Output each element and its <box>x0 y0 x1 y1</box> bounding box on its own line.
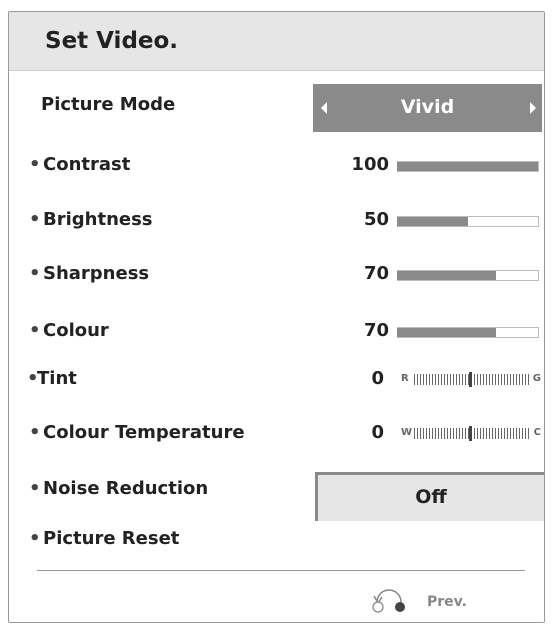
tint-slider-marker[interactable] <box>469 372 472 387</box>
bullet-icon: • <box>29 154 41 175</box>
colour-slider-fill <box>397 328 496 337</box>
bullet-icon: • <box>29 528 41 549</box>
contrast-slider-fill <box>397 162 538 171</box>
brightness-label: • Brightness <box>29 209 153 230</box>
colour-value: 70 <box>363 320 389 341</box>
bullet-icon: • <box>27 368 39 389</box>
colour-slider[interactable] <box>397 327 539 338</box>
sharpness-slider-fill <box>397 271 496 280</box>
noise-reduction-label: • Noise Reduction <box>29 478 209 499</box>
bullet-icon: • <box>29 263 41 284</box>
contrast-row[interactable]: • Contrast 100 <box>9 154 544 194</box>
colour-temperature-row[interactable]: • Colour Temperature 0 W C <box>9 422 544 462</box>
brightness-row[interactable]: • Brightness 50 <box>9 209 544 249</box>
tint-value: 0 <box>371 368 384 389</box>
noise-reduction-toggle[interactable]: Off <box>315 472 544 521</box>
tint-label: •Tint <box>27 368 77 389</box>
noise-reduction-value: Off <box>415 486 447 508</box>
picture-mode-value: Vivid <box>400 96 455 118</box>
page-title: Set Video. <box>45 28 179 54</box>
contrast-slider[interactable] <box>397 161 539 172</box>
tint-scale-left: R <box>401 373 409 384</box>
prev-label: Prev. <box>427 594 467 610</box>
colour-temperature-value: 0 <box>371 422 384 443</box>
colour-temperature-slider-marker[interactable] <box>469 426 472 441</box>
brightness-slider-fill <box>397 217 468 226</box>
picture-reset-label: • Picture Reset <box>29 528 180 549</box>
tint-scale-right: G <box>532 373 541 384</box>
return-icon <box>372 589 405 613</box>
footer-divider <box>37 570 525 571</box>
picture-reset-row[interactable]: • Picture Reset <box>9 528 544 568</box>
sharpness-row[interactable]: • Sharpness 70 <box>9 263 544 303</box>
sharpness-label: • Sharpness <box>29 263 150 284</box>
sharpness-value: 70 <box>363 263 389 284</box>
contrast-value: 100 <box>351 154 389 175</box>
colour-label: • Colour <box>29 320 109 341</box>
panel-header: Set Video. <box>9 12 544 71</box>
arrow-right-icon[interactable] <box>530 102 536 114</box>
bullet-icon: • <box>29 478 41 499</box>
sharpness-slider[interactable] <box>397 270 539 281</box>
colour-row[interactable]: • Colour 70 <box>9 320 544 360</box>
video-settings-panel: Set Video. Picture Mode Vivid • Contrast … <box>8 11 545 623</box>
colour-temperature-label: • Colour Temperature <box>29 422 245 443</box>
bullet-icon: • <box>29 422 41 443</box>
bullet-icon: • <box>29 209 41 230</box>
brightness-value: 50 <box>363 209 389 230</box>
colour-temperature-slider[interactable]: W C <box>401 426 541 441</box>
tint-slider[interactable]: R G <box>401 372 541 387</box>
bullet-icon: • <box>29 320 41 341</box>
contrast-label: • Contrast <box>29 154 131 175</box>
brightness-slider[interactable] <box>397 216 539 227</box>
picture-mode-label: Picture Mode <box>41 94 176 115</box>
picture-mode-selector[interactable]: Vivid <box>313 84 542 132</box>
colour-temperature-scale-left: W <box>401 427 413 438</box>
tint-row[interactable]: •Tint 0 R G <box>9 368 544 408</box>
colour-temperature-scale-right: C <box>533 427 541 438</box>
